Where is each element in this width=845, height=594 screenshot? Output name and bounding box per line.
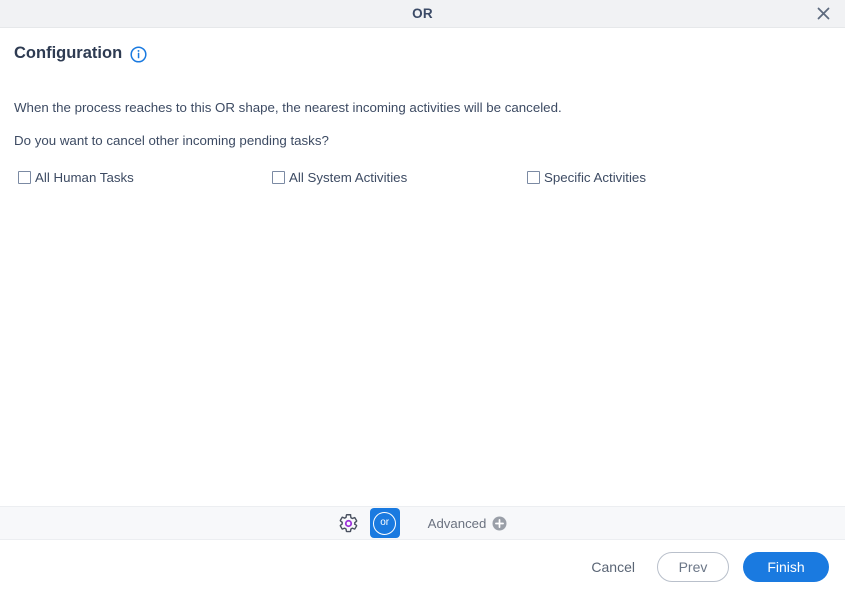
description-line-2: Do you want to cancel other incoming pen… — [14, 133, 329, 149]
configuration-header: Configuration — [14, 28, 831, 63]
info-icon[interactable] — [130, 46, 147, 63]
dialog-footer: Cancel Prev Finish — [0, 540, 845, 594]
checkbox-specific-activities[interactable]: Specific Activities — [527, 170, 646, 185]
checkbox-all-human-tasks[interactable]: All Human Tasks — [18, 170, 134, 185]
finish-button[interactable]: Finish — [743, 552, 829, 582]
checkbox-all-system-activities[interactable]: All System Activities — [272, 170, 407, 185]
gear-icon[interactable] — [338, 512, 360, 534]
cancel-button[interactable]: Cancel — [583, 553, 643, 581]
dialog-title-bar: OR — [0, 0, 845, 28]
advanced-toggle[interactable]: Advanced — [428, 516, 508, 531]
checkbox-label: Specific Activities — [544, 169, 646, 185]
or-shape-button-label: or — [373, 511, 397, 535]
page-title: Configuration — [14, 44, 123, 62]
close-icon[interactable] — [813, 4, 833, 24]
checkbox-box[interactable] — [18, 170, 31, 184]
prev-button[interactable]: Prev — [657, 552, 729, 582]
checkbox-label: All System Activities — [289, 169, 408, 185]
dialog-title: OR — [412, 6, 433, 21]
shape-toolbar: or Advanced — [0, 506, 845, 540]
dialog-body: Configuration When the process reaches t… — [0, 28, 845, 506]
checkbox-box[interactable] — [272, 170, 285, 184]
description-line-1: When the process reaches to this OR shap… — [14, 100, 562, 115]
checkbox-box[interactable] — [527, 170, 540, 184]
checkbox-label: All Human Tasks — [35, 169, 134, 185]
cancel-options-checkbox-group: All Human Tasks All System Activities Sp… — [14, 170, 831, 190]
circle-plus-icon[interactable] — [492, 516, 507, 531]
or-shape-button[interactable]: or — [369, 508, 400, 538]
advanced-label: Advanced — [427, 515, 487, 531]
